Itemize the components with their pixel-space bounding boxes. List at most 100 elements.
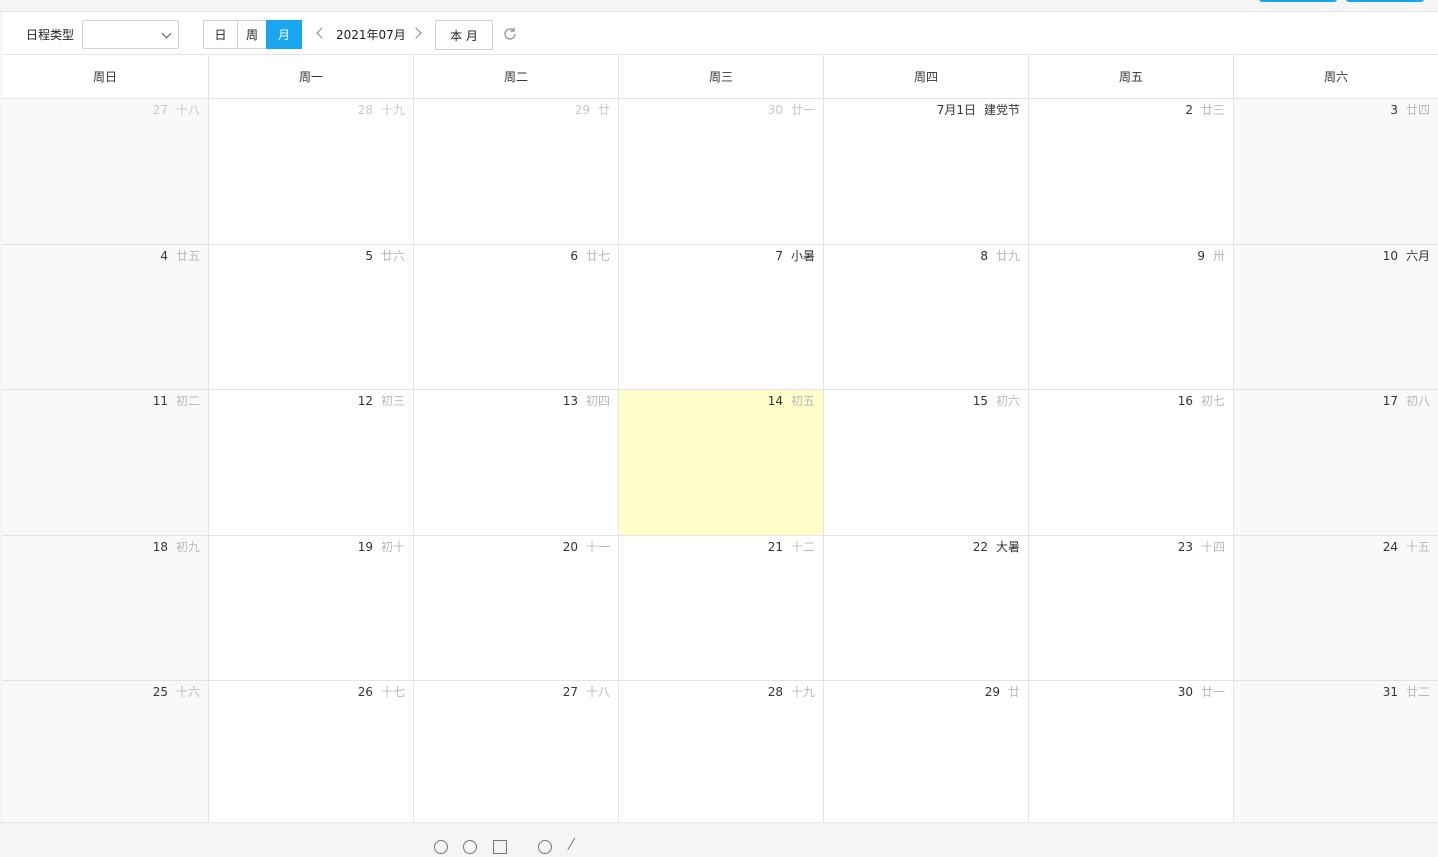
day-cell[interactable]: 28 十九: [208, 99, 413, 244]
lunar-date: 廿六: [380, 248, 405, 263]
weekday-fri: 周五: [1028, 55, 1233, 98]
day-label: 29 廿: [575, 101, 610, 118]
lunar-date: 初七: [1200, 394, 1225, 408]
week-row: 27 十八 28 十九 29 廿 30 廿一 7月1日 建党节 2 廿三 3 廿四: [2, 99, 1438, 245]
day-cell[interactable]: 13 初四: [413, 390, 618, 535]
lunar-date: 廿: [1007, 685, 1020, 699]
week-row: 4 廿五 5 廿六 6 廿七 7 小暑 8 廿九 9 卅 10 六月: [2, 244, 1438, 390]
day-label: 11 初二: [153, 392, 200, 409]
day-cell[interactable]: 15 初六: [823, 390, 1028, 535]
lunar-date: 十一: [585, 539, 610, 554]
day-number: 31: [1382, 685, 1398, 699]
day-label: 2 廿三: [1185, 101, 1225, 118]
day-label: 14 初五: [768, 392, 815, 409]
day-cell[interactable]: 29 廿: [413, 99, 618, 244]
day-cell[interactable]: 7月1日 建党节: [823, 99, 1028, 244]
day-cell[interactable]: 25 十六: [2, 681, 208, 822]
lunar-date: 初八: [1405, 394, 1430, 408]
day-number: 28: [767, 685, 783, 699]
day-label: 5 廿六: [365, 247, 405, 264]
day-cell[interactable]: 16 初七: [1028, 390, 1233, 535]
lunar-date: 小暑: [790, 248, 815, 263]
day-cell[interactable]: 31 廿二: [1233, 681, 1438, 822]
day-cell[interactable]: 7 小暑: [618, 244, 823, 389]
day-cell[interactable]: 4 廿五: [2, 244, 208, 389]
chevron-left-icon[interactable]: [316, 27, 328, 39]
day-number: 7月1日: [936, 103, 976, 117]
day-cell[interactable]: 22 大暑: [823, 535, 1028, 680]
day-cell[interactable]: 10 六月: [1233, 244, 1438, 389]
lunar-date: 十九: [790, 685, 815, 699]
day-cell[interactable]: 6 廿七: [413, 244, 618, 389]
day-label: 24 十五: [1383, 538, 1430, 555]
day-number: 8: [980, 248, 988, 263]
day-number: 30: [767, 103, 783, 117]
lunar-date: 十五: [1405, 539, 1430, 554]
schedule-type-select[interactable]: [82, 20, 179, 49]
rotate-icon[interactable]: [538, 840, 552, 854]
weekday-header: 周日 周一 周二 周三 周四 周五 周六: [2, 55, 1438, 99]
day-cell[interactable]: 5 廿六: [208, 244, 413, 389]
zoom-out-icon[interactable]: [434, 840, 448, 854]
day-number: 3: [1390, 103, 1398, 117]
day-cell[interactable]: 23 十四: [1028, 535, 1233, 680]
lunar-date: 十二: [790, 539, 815, 554]
day-label: 23 十四: [1178, 538, 1225, 555]
day-cell-today[interactable]: 14 初五: [618, 390, 823, 535]
lunar-date: 十八: [585, 685, 610, 699]
day-label: 15 初六: [973, 392, 1020, 409]
lunar-date: 十九: [380, 103, 405, 117]
lunar-date: 廿三: [1200, 103, 1225, 117]
lunar-date: 廿四: [1405, 103, 1430, 117]
day-number: 20: [562, 539, 578, 554]
day-number: 16: [1177, 394, 1193, 408]
day-cell[interactable]: 24 十五: [1233, 535, 1438, 680]
top-action-button-1[interactable]: [1259, 0, 1337, 2]
day-cell[interactable]: 30 廿一: [1028, 681, 1233, 822]
top-action-button-2[interactable]: [1346, 0, 1424, 2]
day-cell[interactable]: 8 廿九: [823, 244, 1028, 389]
view-week-button[interactable]: 周: [237, 20, 267, 49]
lunar-date: 廿二: [1405, 685, 1430, 699]
lunar-date: 初四: [585, 394, 610, 408]
day-cell[interactable]: 21 十二: [618, 535, 823, 680]
day-label: 30 廿一: [768, 101, 815, 118]
day-cell[interactable]: 17 初八: [1233, 390, 1438, 535]
day-number: 22: [972, 539, 988, 554]
lunar-date: 初十: [380, 539, 405, 554]
pen-icon[interactable]: [567, 837, 587, 857]
day-cell[interactable]: 27 十八: [2, 99, 208, 244]
day-cell[interactable]: 3 廿四: [1233, 99, 1438, 244]
day-cell[interactable]: 27 十八: [413, 681, 618, 822]
day-label: 30 廿一: [1178, 683, 1225, 700]
day-cell[interactable]: 29 廿: [823, 681, 1028, 822]
day-number: 21: [767, 539, 783, 554]
day-cell[interactable]: 26 十七: [208, 681, 413, 822]
lunar-date: 廿九: [995, 248, 1020, 263]
day-number: 24: [1382, 539, 1398, 554]
day-cell[interactable]: 12 初三: [208, 390, 413, 535]
calendar-panel: 日程类型 日 周 月 2021年07月 本 月 周日 周一 周二 周三 周四 周…: [2, 12, 1438, 822]
view-day-button[interactable]: 日: [203, 20, 238, 49]
fit-icon[interactable]: [493, 840, 507, 854]
bottom-toolbar: [0, 822, 1438, 857]
lunar-date: 十四: [1200, 539, 1225, 554]
chevron-right-icon[interactable]: [410, 27, 422, 39]
day-cell[interactable]: 9卅: [1028, 244, 1233, 389]
day-cell[interactable]: 2 廿三: [1028, 99, 1233, 244]
lunar-date: 初九: [175, 539, 200, 554]
refresh-icon[interactable]: [502, 26, 518, 42]
view-month-button[interactable]: 月: [266, 20, 302, 49]
day-label: 12 初三: [358, 392, 405, 409]
this-month-button[interactable]: 本 月: [435, 20, 493, 50]
day-cell[interactable]: 30 廿一: [618, 99, 823, 244]
zoom-in-icon[interactable]: [463, 840, 477, 854]
day-cell[interactable]: 28 十九: [618, 681, 823, 822]
lunar-date: 初五: [790, 394, 815, 408]
day-cell[interactable]: 19 初十: [208, 535, 413, 680]
day-cell[interactable]: 20 十一: [413, 535, 618, 680]
day-label: 25 十六: [153, 683, 200, 700]
day-number: 23: [1177, 539, 1193, 554]
day-cell[interactable]: 11 初二: [2, 390, 208, 535]
day-cell[interactable]: 18 初九: [2, 535, 208, 680]
